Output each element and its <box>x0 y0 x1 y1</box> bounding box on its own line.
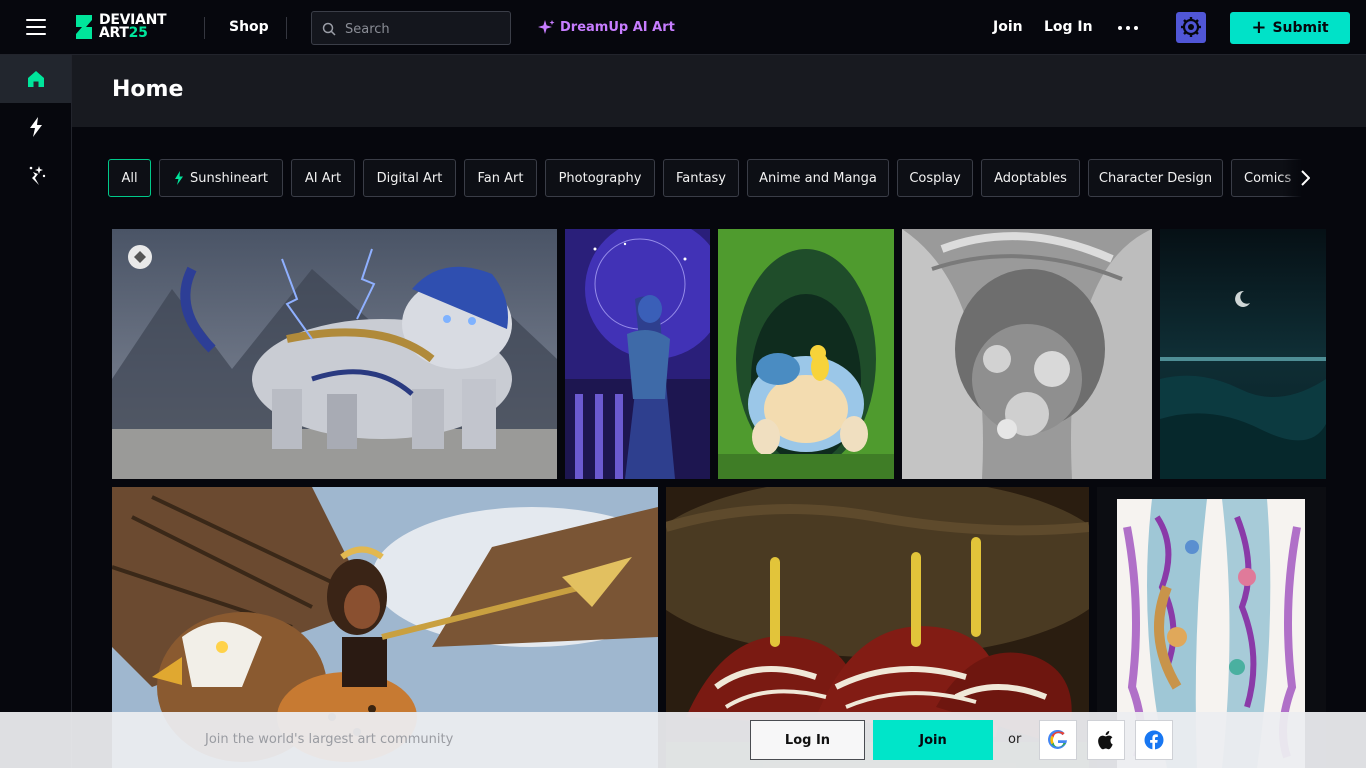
fractal-sculpture-artwork[interactable] <box>902 229 1152 479</box>
chip-fantasy[interactable]: Fantasy <box>663 159 739 197</box>
deviantart-logo[interactable]: DEVIANT ART25 <box>74 11 184 43</box>
google-login-button[interactable] <box>1039 720 1077 760</box>
or-label: or <box>1008 732 1022 747</box>
deviantart-logo-icon <box>76 15 92 39</box>
chip-cosplay[interactable]: Cosplay <box>897 159 973 197</box>
chip-digital-art[interactable]: Digital Art <box>363 159 456 197</box>
apple-login-button[interactable] <box>1087 720 1125 760</box>
login-link[interactable]: Log In <box>1044 19 1093 35</box>
search-box[interactable] <box>311 11 511 45</box>
submit-button[interactable]: + Submit <box>1230 12 1350 44</box>
search-input[interactable] <box>345 19 500 39</box>
search-icon <box>322 22 336 36</box>
sidebar-item-watch[interactable] <box>0 103 71 151</box>
top-navigation-bar: DEVIANT ART25 Shop DreamUp AI Art Join L… <box>0 0 1366 55</box>
chip-ai-art[interactable]: AI Art <box>291 159 355 197</box>
facebook-icon <box>1144 730 1164 750</box>
snorlax-pikachu-artwork[interactable] <box>718 229 894 479</box>
shop-link[interactable]: Shop <box>229 19 269 35</box>
page-title: Home <box>112 77 184 102</box>
witch-night-artwork[interactable] <box>565 229 710 479</box>
chips-next-button[interactable] <box>1282 159 1326 197</box>
apple-icon <box>1098 731 1113 750</box>
divider <box>204 17 205 39</box>
dreamup-label: DreamUp AI Art <box>560 20 675 35</box>
signup-banner: Join the world's largest art community L… <box>0 712 1366 768</box>
filter-chip-bar: All Sunshineart AI Art Digital Art Fan A… <box>108 159 1326 197</box>
submit-label: Submit <box>1272 20 1329 36</box>
divider <box>286 17 287 39</box>
chip-anime-and-manga[interactable]: Anime and Manga <box>747 159 889 197</box>
chip-sunshineart[interactable]: Sunshineart <box>159 159 283 197</box>
logo-word-art: ART <box>99 25 129 41</box>
dreamup-icon <box>29 166 45 185</box>
sparkle-icon <box>538 20 555 34</box>
join-link[interactable]: Join <box>993 19 1023 35</box>
chip-adoptables[interactable]: Adoptables <box>981 159 1080 197</box>
chip-all[interactable]: All <box>108 159 151 197</box>
chevron-right-icon <box>1301 170 1310 186</box>
menu-icon[interactable] <box>26 18 46 36</box>
chip-fan-art[interactable]: Fan Art <box>464 159 537 197</box>
banner-login-button[interactable]: Log In <box>750 720 865 760</box>
facebook-login-button[interactable] <box>1135 720 1173 760</box>
plus-icon: + <box>1251 16 1267 38</box>
moonlit-sea-artwork[interactable] <box>1160 229 1326 479</box>
banner-text: Join the world's largest art community <box>205 732 454 747</box>
sidebar-item-dreamup[interactable] <box>0 151 71 199</box>
gear-badge-icon <box>1181 17 1201 37</box>
home-icon <box>27 71 44 87</box>
armored-tiger-artwork[interactable] <box>112 229 557 479</box>
chip-character-design[interactable]: Character Design <box>1088 159 1223 197</box>
banner-join-button[interactable]: Join <box>873 720 993 760</box>
chip-label: Sunshineart <box>190 170 268 186</box>
sidebar-item-home[interactable] <box>0 55 71 103</box>
google-icon <box>1048 730 1067 749</box>
chip-photography[interactable]: Photography <box>545 159 655 197</box>
core-membership-badge[interactable] <box>1176 12 1206 43</box>
dreamup-link[interactable]: DreamUp AI Art <box>538 19 675 36</box>
lightning-icon <box>175 171 183 185</box>
lightning-icon <box>29 117 42 137</box>
side-navigation <box>0 55 72 768</box>
page-header: Home <box>72 55 1366 127</box>
logo-badge: 25 <box>128 25 148 41</box>
more-options-icon[interactable] <box>1118 26 1138 30</box>
